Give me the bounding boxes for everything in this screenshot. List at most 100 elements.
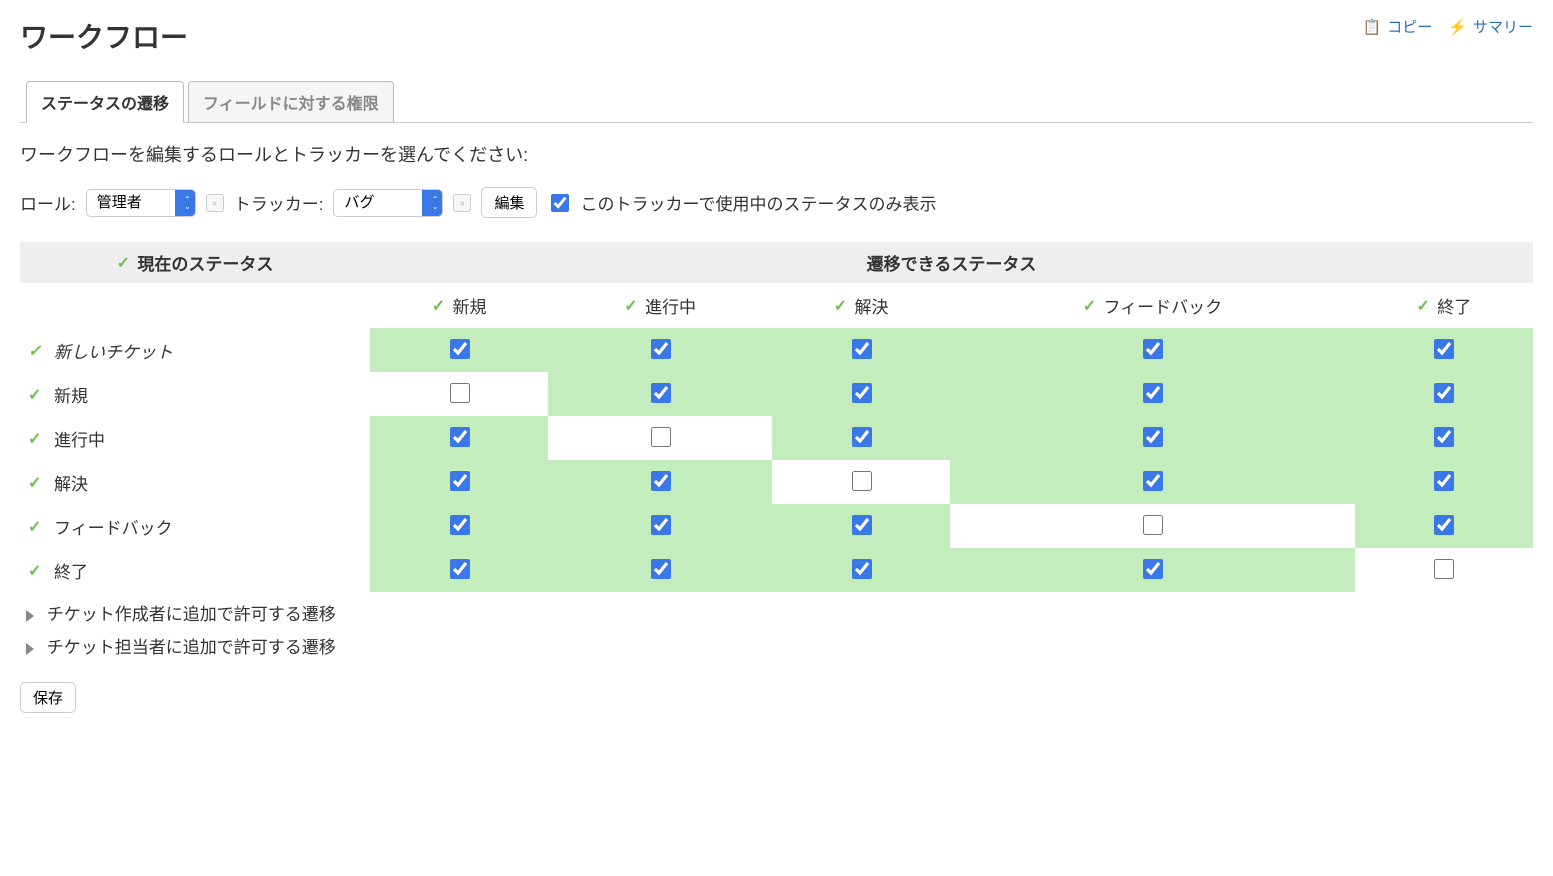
transition-checkbox[interactable] <box>651 339 671 359</box>
transition-checkbox[interactable] <box>450 471 470 491</box>
transition-checkbox[interactable] <box>651 559 671 579</box>
tab-field-permission[interactable]: フィールドに対する権限 <box>188 81 394 122</box>
check-icon[interactable] <box>834 301 850 313</box>
transition-checkbox[interactable] <box>651 383 671 403</box>
column-header-label: 進行中 <box>645 298 696 317</box>
transition-checkbox[interactable] <box>1434 427 1454 447</box>
transition-cell <box>950 548 1354 592</box>
tab-bar: ステータスの遷移 フィールドに対する権限 <box>20 80 1533 123</box>
transition-cell <box>370 504 548 548</box>
triangle-right-icon <box>26 610 34 622</box>
th-allowed-status: 遷移できるステータス <box>370 242 1533 283</box>
check-icon[interactable] <box>1416 301 1432 313</box>
edit-button[interactable]: 編集 <box>481 187 537 218</box>
role-toggle-icon[interactable]: ▫ <box>206 194 224 212</box>
summary-link[interactable]: サマリー <box>1448 16 1533 37</box>
foldable-author-extra[interactable]: チケット作成者に追加で許可する遷移 <box>26 600 1533 625</box>
transition-checkbox[interactable] <box>450 515 470 535</box>
column-header: 進行中 <box>548 283 772 328</box>
table-row: 新しいチケット <box>20 328 1533 372</box>
table-row: 解決 <box>20 460 1533 504</box>
transition-checkbox[interactable] <box>651 427 671 447</box>
transition-checkbox[interactable] <box>852 339 872 359</box>
transition-checkbox[interactable] <box>651 515 671 535</box>
transition-checkbox[interactable] <box>852 559 872 579</box>
transition-checkbox[interactable] <box>450 427 470 447</box>
tracker-label: トラッカー: <box>234 190 324 215</box>
transition-checkbox[interactable] <box>450 559 470 579</box>
transition-cell <box>1355 416 1533 460</box>
transition-cell <box>1355 328 1533 372</box>
th-current-status: 現在のステータス <box>20 242 370 283</box>
check-icon[interactable] <box>28 346 44 358</box>
transition-checkbox[interactable] <box>1434 515 1454 535</box>
tracker-toggle-icon[interactable]: ▫ <box>453 194 471 212</box>
transition-cell <box>950 416 1354 460</box>
only-used-checkbox[interactable] <box>551 194 569 212</box>
transition-cell <box>1355 504 1533 548</box>
transition-checkbox[interactable] <box>450 383 470 403</box>
check-icon[interactable] <box>28 434 44 446</box>
transition-cell <box>1355 372 1533 416</box>
transition-checkbox[interactable] <box>1434 559 1454 579</box>
transition-checkbox[interactable] <box>1143 515 1163 535</box>
column-header-label: 終了 <box>1437 298 1471 317</box>
transition-cell <box>772 328 950 372</box>
check-icon[interactable] <box>28 566 44 578</box>
table-row: 新規 <box>20 372 1533 416</box>
page-title: ワークフロー <box>20 16 188 56</box>
check-icon[interactable] <box>624 301 640 313</box>
instruction-text: ワークフローを編集するロールとトラッカーを選んでください: <box>20 141 1533 167</box>
transition-checkbox[interactable] <box>1143 339 1163 359</box>
check-icon[interactable] <box>28 522 44 534</box>
transition-checkbox[interactable] <box>852 471 872 491</box>
row-label-cell: 終了 <box>20 548 370 592</box>
row-label-cell: 新規 <box>20 372 370 416</box>
transition-checkbox[interactable] <box>1434 471 1454 491</box>
transition-checkbox[interactable] <box>1143 471 1163 491</box>
column-header: フィードバック <box>950 283 1354 328</box>
transition-cell <box>548 372 772 416</box>
transition-cell <box>370 416 548 460</box>
tab-status-transition[interactable]: ステータスの遷移 <box>26 81 184 123</box>
transition-cell <box>548 548 772 592</box>
tracker-select[interactable]: バグ <box>333 189 443 217</box>
row-label: 終了 <box>54 563 88 582</box>
table-row: フィードバック <box>20 504 1533 548</box>
transition-checkbox[interactable] <box>1434 383 1454 403</box>
table-row: 進行中 <box>20 416 1533 460</box>
check-icon[interactable] <box>1083 301 1099 313</box>
transition-checkbox[interactable] <box>1143 427 1163 447</box>
transition-checkbox[interactable] <box>1143 383 1163 403</box>
check-icon[interactable] <box>432 301 448 313</box>
transition-cell <box>370 372 548 416</box>
save-button[interactable]: 保存 <box>20 682 76 713</box>
check-icon[interactable] <box>28 390 44 402</box>
transition-checkbox[interactable] <box>852 515 872 535</box>
transition-cell <box>548 416 772 460</box>
transition-cell <box>950 504 1354 548</box>
transition-cell <box>950 328 1354 372</box>
row-label-cell: フィードバック <box>20 504 370 548</box>
transition-checkbox[interactable] <box>1434 339 1454 359</box>
transition-checkbox[interactable] <box>852 427 872 447</box>
column-header: 終了 <box>1355 283 1533 328</box>
transition-cell <box>1355 548 1533 592</box>
transition-checkbox[interactable] <box>852 383 872 403</box>
check-icon[interactable] <box>117 258 133 270</box>
check-icon[interactable] <box>28 478 44 490</box>
transition-cell <box>772 416 950 460</box>
role-select[interactable]: 管理者 <box>86 189 196 217</box>
row-label-cell: 進行中 <box>20 416 370 460</box>
copy-link[interactable]: コピー <box>1363 16 1433 37</box>
summary-link-label: サマリー <box>1473 16 1533 37</box>
transition-cell <box>772 460 950 504</box>
workflow-table: 現在のステータス 遷移できるステータス 新規 進行中 解決 フィードバック 終了… <box>20 242 1533 592</box>
transition-checkbox[interactable] <box>450 339 470 359</box>
transition-checkbox[interactable] <box>1143 559 1163 579</box>
copy-link-label: コピー <box>1387 16 1432 37</box>
column-header: 新規 <box>370 283 548 328</box>
transition-checkbox[interactable] <box>651 471 671 491</box>
row-label: 新規 <box>54 387 88 406</box>
foldable-assignee-extra[interactable]: チケット担当者に追加で許可する遷移 <box>26 633 1533 658</box>
